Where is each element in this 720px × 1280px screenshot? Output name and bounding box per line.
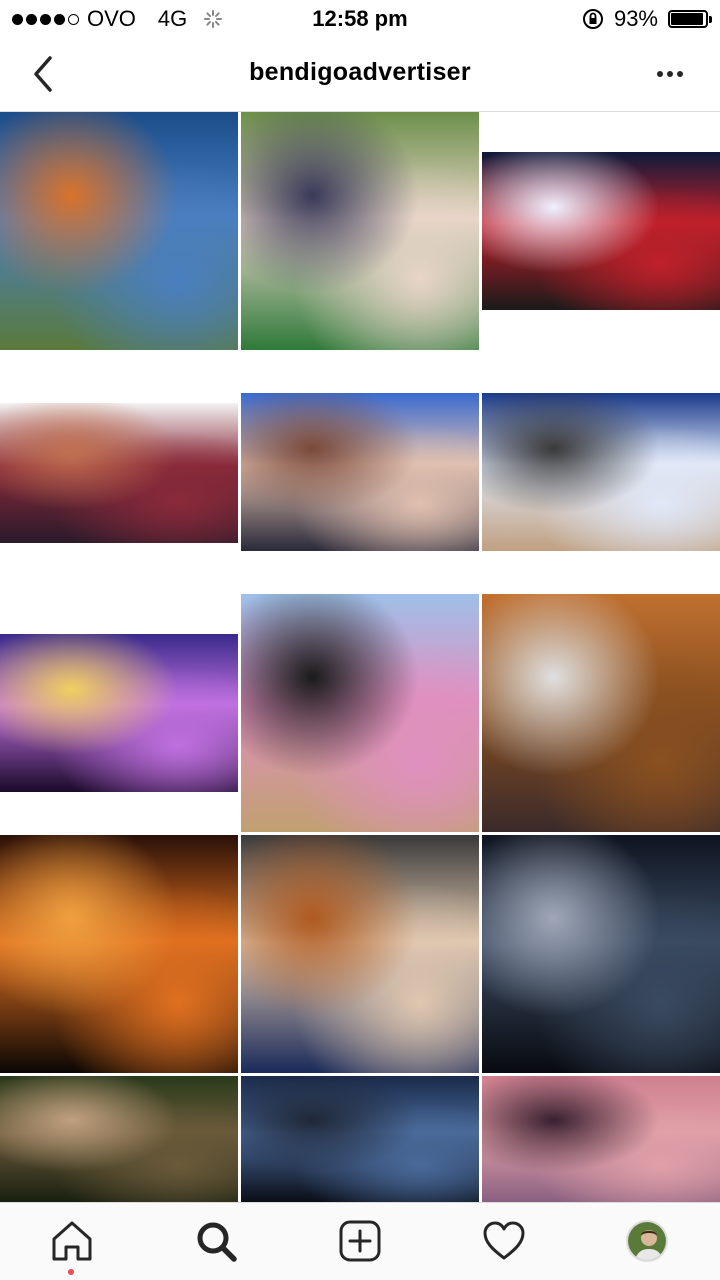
heart-icon[interactable] <box>482 1219 526 1263</box>
battery-icon <box>668 10 712 28</box>
photo-concert-stage[interactable] <box>482 112 720 350</box>
avatar-image <box>628 1222 666 1260</box>
photo-thumbnail <box>0 634 238 792</box>
photo-motorbike-clouds[interactable] <box>241 1076 479 1202</box>
photo-thumbnail <box>241 835 479 1073</box>
photo-crowd-hands[interactable] <box>0 353 238 591</box>
photo-thumbnail <box>0 403 238 543</box>
photo-festival-friends[interactable] <box>241 112 479 350</box>
home-icon[interactable] <box>50 1219 94 1263</box>
photo-crowd-front[interactable] <box>241 353 479 591</box>
page-title: bendigoadvertiser <box>249 58 471 86</box>
profile-avatar[interactable] <box>626 1220 668 1262</box>
photo-thumbnail <box>482 1076 720 1202</box>
home-notification-dot <box>68 1269 74 1275</box>
status-right: 93% <box>582 6 712 32</box>
photo-thumbnail <box>482 393 720 551</box>
photo-tent-lights[interactable] <box>0 594 238 832</box>
search-icon[interactable] <box>194 1219 238 1263</box>
add-post-icon[interactable] <box>338 1219 382 1263</box>
photo-orange-sunset[interactable] <box>0 835 238 1073</box>
photo-pink-hair[interactable] <box>241 594 479 832</box>
photo-thumbnail <box>0 835 238 1073</box>
photo-palm-sunset[interactable] <box>482 1076 720 1202</box>
photo-thumbnail <box>482 594 720 832</box>
photo-thumbnail <box>0 1076 238 1202</box>
more-options-icon[interactable] <box>650 56 690 92</box>
photo-crowd-surfer[interactable] <box>482 353 720 591</box>
photo-thumbnail <box>482 835 720 1073</box>
photo-thumbnail <box>241 112 479 350</box>
profile-header: bendigoadvertiser <box>0 36 720 112</box>
photo-milky-way[interactable] <box>482 835 720 1073</box>
status-bar: OVO 4G 12:58 pm 93% <box>0 0 720 36</box>
photo-thumbnail <box>482 152 720 310</box>
photo-thumbnail <box>241 393 479 551</box>
battery-percent: 93% <box>613 6 658 31</box>
photo-women-group[interactable] <box>241 835 479 1073</box>
photo-thumbnail <box>241 594 479 832</box>
photo-thumbnail <box>0 112 238 350</box>
photo-thumbnail <box>241 1076 479 1202</box>
orientation-lock-icon <box>582 9 603 29</box>
photo-sunset-grass[interactable] <box>0 112 238 350</box>
bottom-nav <box>0 1202 720 1280</box>
photo-dinner-hall[interactable] <box>482 594 720 832</box>
photo-mushrooms[interactable] <box>0 1076 238 1202</box>
photo-grid <box>0 112 720 1202</box>
